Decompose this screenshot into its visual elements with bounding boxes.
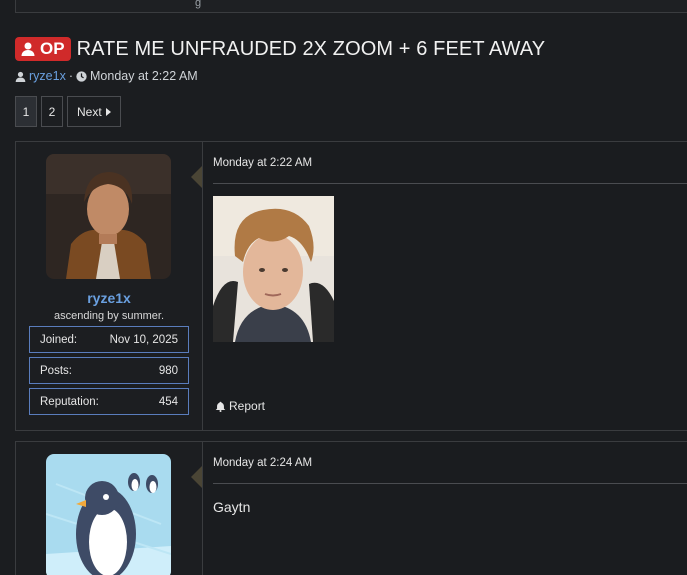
post-image[interactable] <box>213 196 334 342</box>
caret-right-icon <box>105 107 111 116</box>
page-1-button[interactable]: 1 <box>15 96 37 127</box>
stat-value: 454 <box>158 395 178 408</box>
op-badge-label: OP <box>40 39 65 58</box>
stat-reputation: Reputation: 454 <box>29 388 189 415</box>
user-title: ascending by summer. <box>53 310 165 322</box>
avatar[interactable] <box>46 454 171 575</box>
thread-date[interactable]: Monday at 2:22 AM <box>90 69 198 83</box>
thread-title-row: OP RATE ME UNFRAUDED 2X ZOOM + 6 FEET AW… <box>15 36 545 62</box>
clock-icon <box>76 70 87 82</box>
user-icon <box>21 42 35 56</box>
report-link[interactable]: Report <box>215 399 265 413</box>
post-1: ryze1x ascending by summer. Joined: Nov … <box>15 141 687 431</box>
thread-meta: ryze1x · Monday at 2:22 AM <box>15 69 198 83</box>
post-divider <box>213 183 687 184</box>
bell-icon <box>215 401 226 412</box>
pagination: 1 2 Next <box>15 96 121 127</box>
next-page-button[interactable]: Next <box>67 96 121 127</box>
stat-label: Reputation: <box>40 395 99 408</box>
stat-label: Posts: <box>40 364 72 377</box>
post-message: Gaytn <box>213 499 251 515</box>
post-arrow <box>191 166 202 188</box>
thread-title: RATE ME UNFRAUDED 2X ZOOM + 6 FEET AWAY <box>76 37 546 60</box>
user-icon <box>15 71 26 82</box>
post-arrow <box>191 466 202 488</box>
post-date[interactable]: Monday at 2:22 AM <box>213 157 312 169</box>
stat-value: Nov 10, 2025 <box>109 333 178 346</box>
next-label: Next <box>77 104 102 119</box>
previous-section-box: g <box>15 0 687 13</box>
stat-joined: Joined: Nov 10, 2025 <box>29 326 189 353</box>
post-divider <box>213 483 687 484</box>
report-label: Report <box>229 399 266 413</box>
avatar[interactable] <box>46 154 171 279</box>
page-2-button[interactable]: 2 <box>41 96 63 127</box>
post-2: Monday at 2:24 AM Gaytn <box>15 441 687 575</box>
op-badge: OP <box>15 37 71 61</box>
thread-author-link[interactable]: ryze1x <box>29 69 66 83</box>
post-date[interactable]: Monday at 2:24 AM <box>213 457 312 469</box>
post-username[interactable]: ryze1x <box>16 290 202 306</box>
page: g OP RATE ME UNFRAUDED 2X ZOOM + 6 FEET … <box>0 0 687 575</box>
post-user-column <box>16 442 203 575</box>
stat-label: Joined: <box>40 333 78 346</box>
stat-posts: Posts: 980 <box>29 357 189 384</box>
meta-separator: · <box>68 69 73 83</box>
post-user-column: ryze1x ascending by summer. Joined: Nov … <box>16 142 203 430</box>
stat-value: 980 <box>158 364 178 377</box>
cut-off-text: g <box>195 0 202 9</box>
